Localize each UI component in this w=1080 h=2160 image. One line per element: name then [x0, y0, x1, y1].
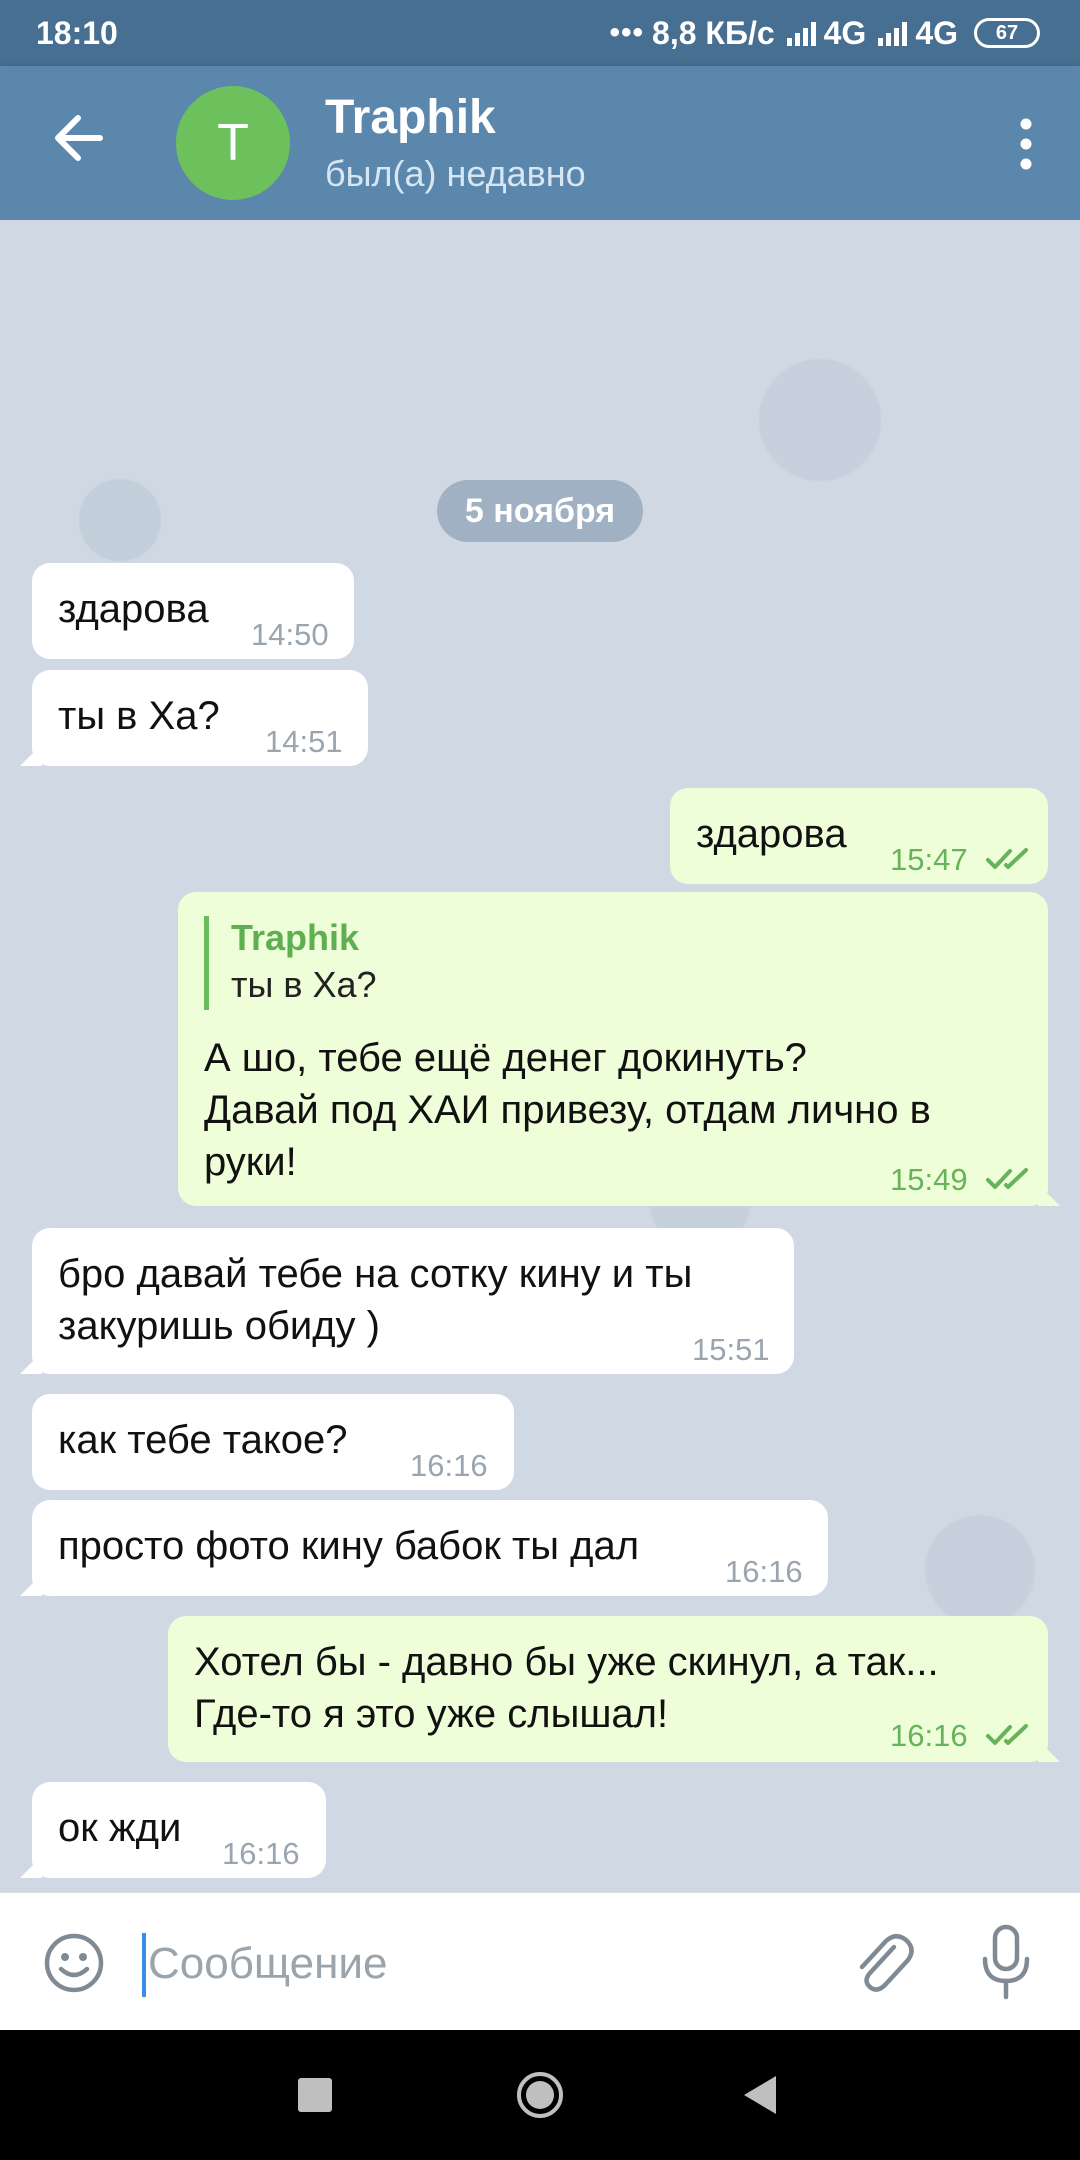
double-check-icon — [986, 1724, 1028, 1745]
battery-level: 67 — [995, 21, 1019, 44]
message-line: Хотел бы - давно бы уже скинул, а так... — [194, 1640, 939, 1684]
message-text: здарова — [58, 587, 209, 631]
message-time: 15:51 — [692, 1332, 770, 1367]
message-line: Где-то я это уже слышал! — [194, 1692, 669, 1736]
message-time: 16:16 — [222, 1836, 300, 1871]
attach-button[interactable] — [850, 1927, 916, 1999]
reply-quote[interactable]: Traphik ты в Ха? — [204, 916, 377, 1010]
more-menu-button[interactable] — [1016, 116, 1036, 172]
bubble-tail — [1038, 1740, 1060, 1762]
system-back-button[interactable] — [742, 2074, 778, 2116]
signal-icon — [878, 20, 908, 46]
message-input[interactable] — [148, 1929, 788, 1999]
message-text: А шо, тебе ещё денег докинуть? Давай под… — [204, 1032, 931, 1188]
incoming-message[interactable]: бро давай тебе на сотку кину и ты закури… — [20, 1228, 794, 1374]
back-button[interactable] — [50, 108, 106, 168]
message-line: закуришь обиду ) — [58, 1304, 380, 1348]
message-composer — [0, 1892, 1080, 2030]
telegram-chat-screen: 18:10 ••• 8,8 КБ/с 4G 4G 67 T Traphik бы… — [0, 0, 1080, 2160]
text-cursor — [142, 1933, 146, 1997]
chat-title[interactable]: Traphik — [325, 90, 496, 145]
last-seen-status: был(а) недавно — [325, 153, 586, 194]
microphone-icon — [982, 1924, 1030, 2000]
reply-author: Traphik — [231, 917, 360, 958]
outgoing-message[interactable]: Traphik ты в Ха? А шо, тебе ещё денег до… — [178, 892, 1060, 1206]
system-navigation-bar — [0, 2030, 1080, 2160]
date-separator: 5 ноября — [437, 480, 643, 542]
message-time: 15:47 — [890, 842, 968, 877]
message-list[interactable]: 5 ноября здарова 14:50 ты в Ха? 14:51 зд… — [0, 220, 1080, 1892]
message-time: 14:51 — [265, 724, 343, 759]
voice-message-button[interactable] — [978, 1923, 1034, 2003]
message-line: бро давай тебе на сотку кину и ты — [58, 1252, 693, 1296]
home-button[interactable] — [515, 2070, 565, 2120]
message-time: 16:16 — [890, 1718, 968, 1753]
triangle-back-icon — [744, 2076, 776, 2114]
message-text: ок жди — [58, 1806, 182, 1850]
bubble-tail — [20, 1352, 42, 1374]
home-circle-icon — [517, 2072, 563, 2118]
message-text: просто фото кину бабок ты дал — [58, 1524, 640, 1568]
signal-icon — [786, 20, 816, 46]
status-time: 18:10 — [36, 14, 118, 51]
bubble-tail — [20, 744, 42, 766]
network-type-1: 4G — [823, 14, 867, 51]
avatar[interactable]: T — [176, 86, 290, 200]
message-text: как тебе такое? — [58, 1418, 348, 1462]
message-text: Хотел бы - давно бы уже скинул, а так...… — [194, 1636, 939, 1740]
message-text: бро давай тебе на сотку кину и ты закури… — [58, 1248, 692, 1352]
more-vertical-icon — [1020, 118, 1032, 170]
message-time: 16:16 — [725, 1554, 803, 1589]
chat-header: T Traphik был(а) недавно — [0, 66, 1080, 220]
bubble-tail — [1038, 1184, 1060, 1206]
incoming-message[interactable]: как тебе такое? 16:16 — [32, 1394, 514, 1490]
message-text: ты в Ха? — [58, 694, 220, 738]
message-line: Давай под ХАИ привезу, отдам лично в — [204, 1088, 931, 1132]
emoji-button[interactable] — [42, 1931, 106, 1995]
smile-icon — [44, 1933, 104, 1993]
outgoing-message[interactable]: Хотел бы - давно бы уже скинул, а так...… — [168, 1616, 1060, 1762]
incoming-message[interactable]: просто фото кину бабок ты дал 16:16 — [20, 1500, 828, 1596]
notification-dots: ••• — [609, 16, 645, 49]
double-check-icon — [986, 1168, 1028, 1189]
bubble-tail — [20, 1856, 42, 1878]
avatar-letter: T — [217, 114, 249, 172]
network-type-2: 4G — [915, 14, 958, 51]
outgoing-message[interactable]: здарова 15:47 — [670, 788, 1048, 884]
arrow-left-icon — [55, 115, 103, 161]
recents-button[interactable] — [298, 2078, 332, 2112]
bubble-tail — [20, 1574, 42, 1596]
message-text: здарова — [696, 812, 847, 856]
message-time: 16:16 — [410, 1448, 488, 1483]
network-speed: 8,8 КБ/с — [652, 14, 775, 51]
incoming-message[interactable]: ты в Ха? 14:51 — [20, 670, 368, 766]
message-line: А шо, тебе ещё денег докинуть? — [204, 1036, 807, 1080]
battery-icon: 67 — [974, 18, 1040, 48]
double-check-icon — [986, 848, 1028, 869]
message-time: 15:49 — [890, 1162, 968, 1197]
status-bar: 18:10 ••• 8,8 КБ/с 4G 4G 67 — [0, 0, 1080, 66]
incoming-message[interactable]: ок жди 16:16 — [20, 1782, 326, 1878]
reply-text: ты в Ха? — [231, 964, 377, 1005]
message-line: руки! — [204, 1140, 297, 1184]
message-time: 14:50 — [251, 617, 329, 652]
incoming-message[interactable]: здарова 14:50 — [32, 563, 354, 659]
status-indicators: ••• 8,8 КБ/с 4G 4G 67 — [610, 15, 1040, 52]
paperclip-icon — [859, 1934, 914, 1992]
